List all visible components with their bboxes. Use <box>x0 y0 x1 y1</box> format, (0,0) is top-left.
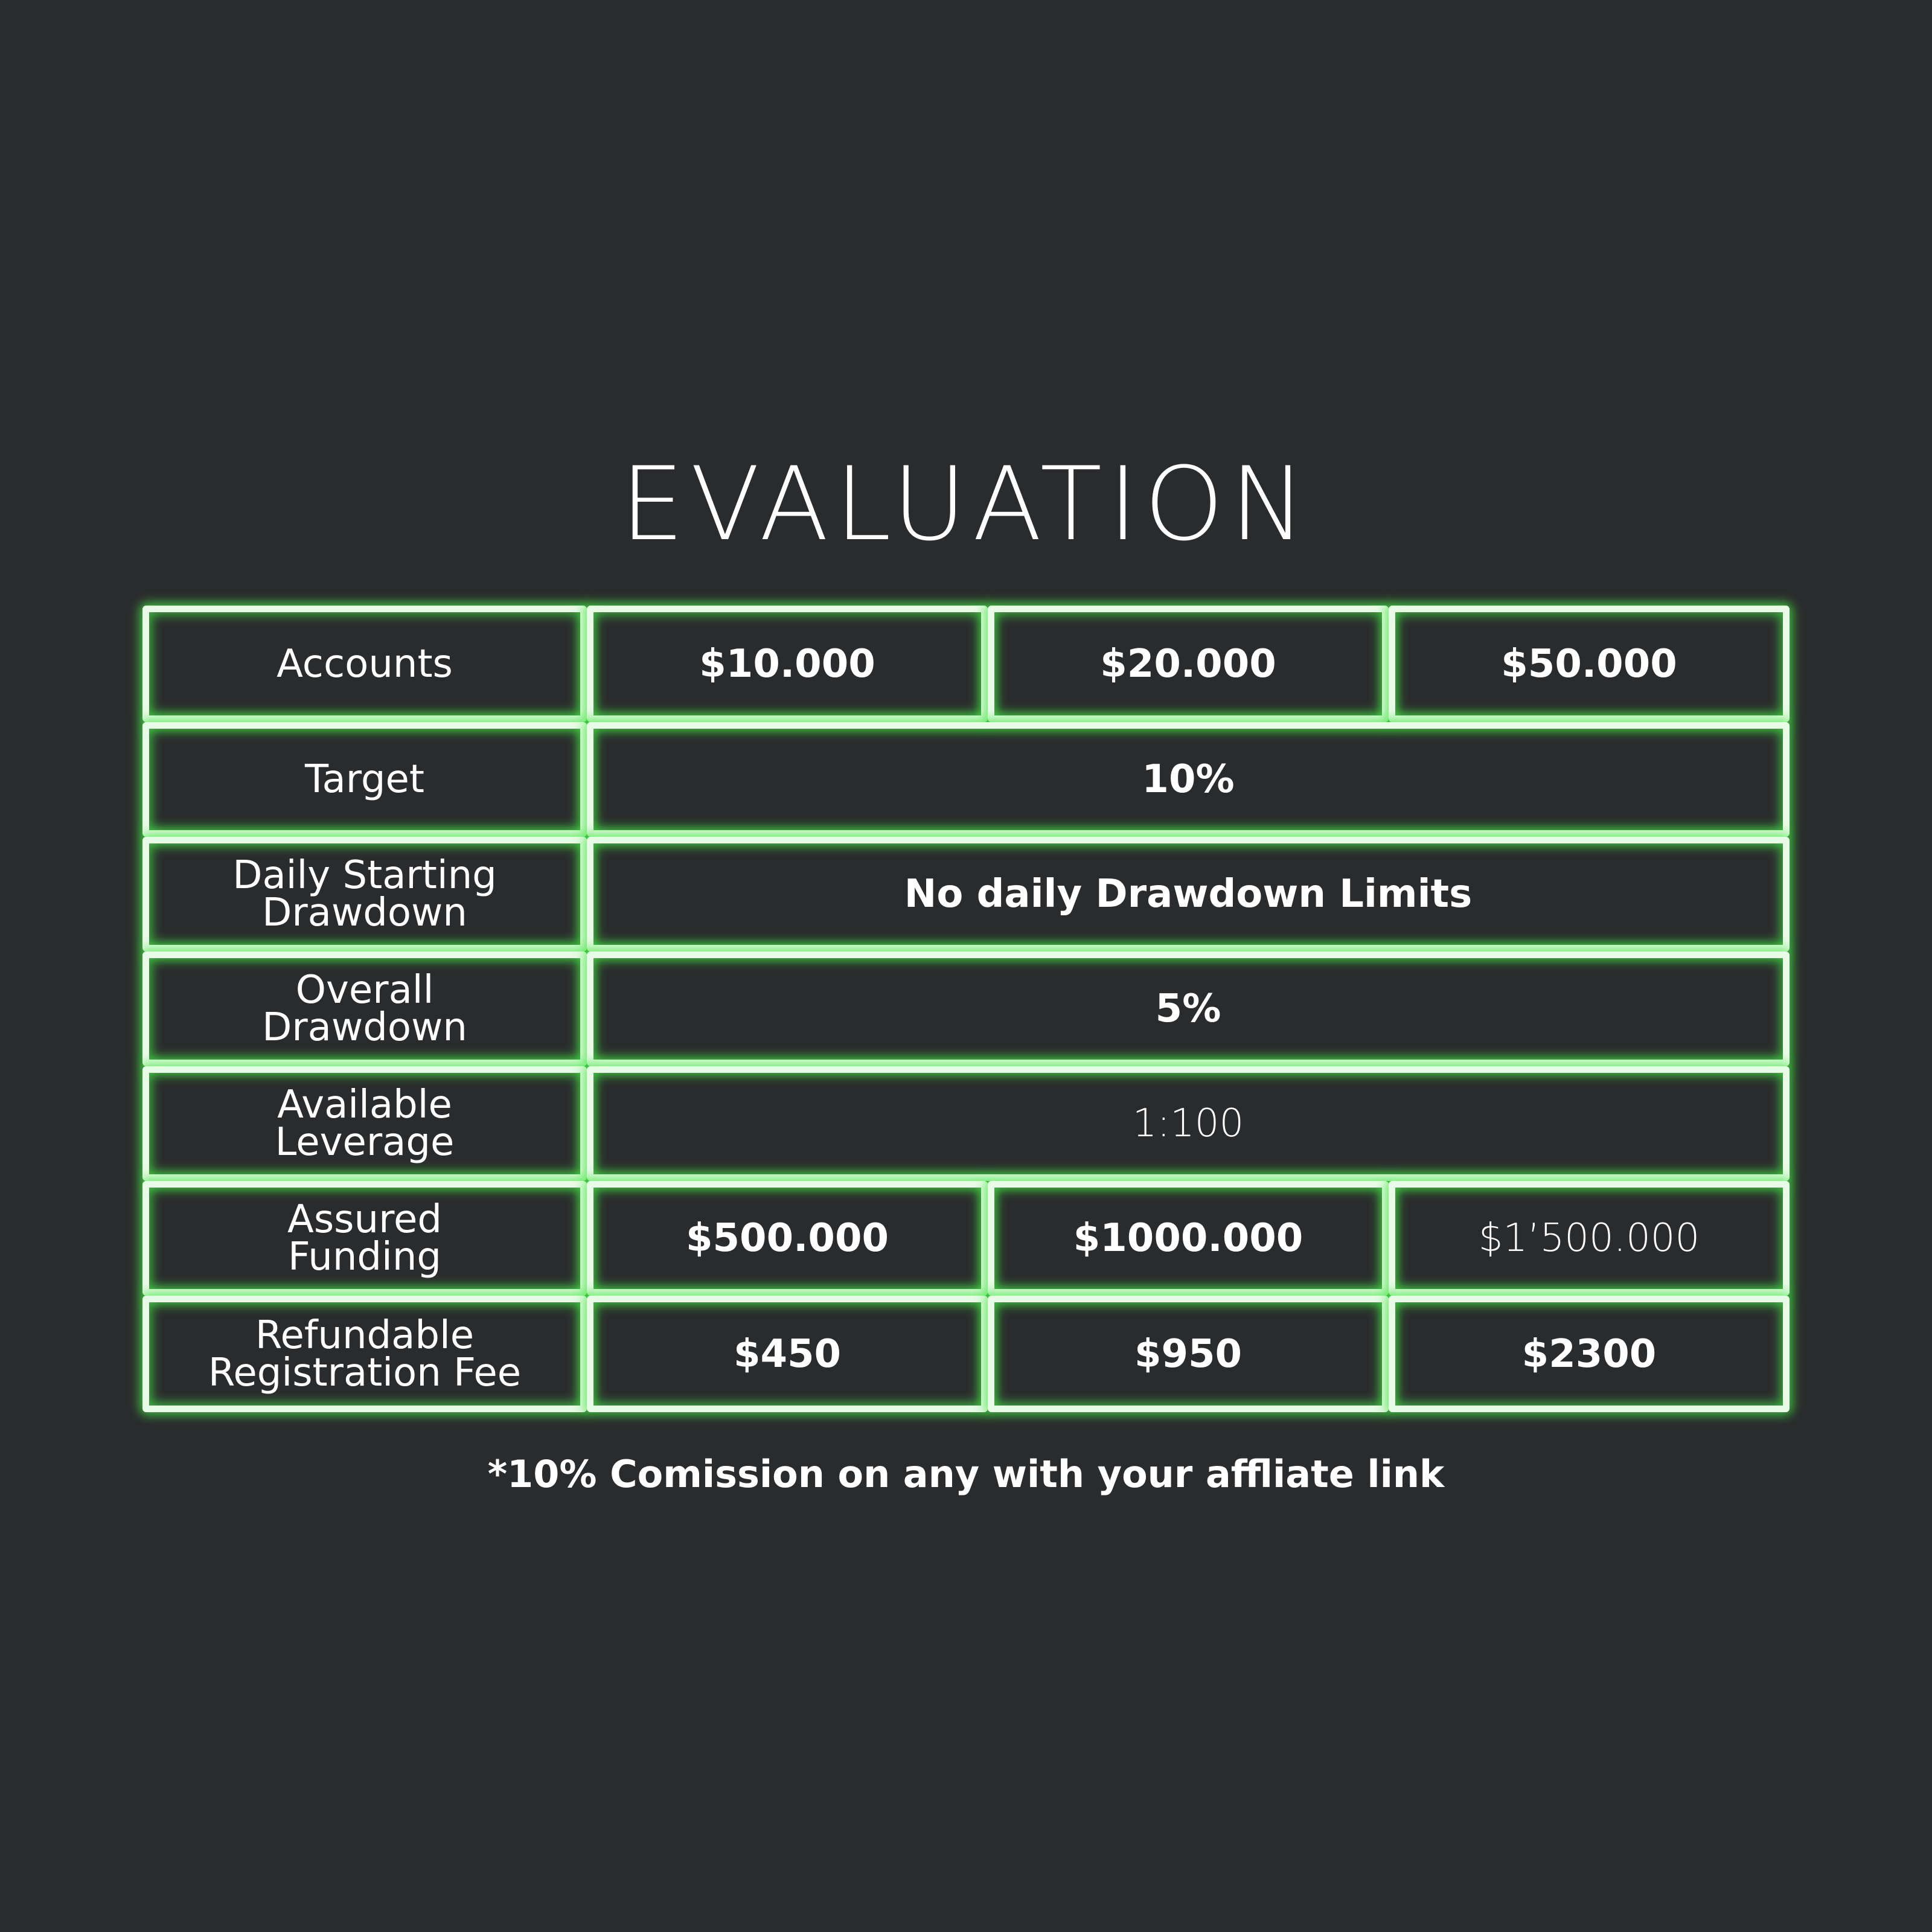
row-label-leverage: Available Leverage <box>142 1066 587 1181</box>
cell-value: $500.000 <box>685 1216 889 1261</box>
cell-overall-drawdown-value: 5% <box>587 952 1790 1066</box>
row-label-assured-funding: Assured Funding <box>142 1181 587 1296</box>
cell-target-value: 10% <box>587 722 1790 837</box>
cell-value: $2300 <box>1521 1331 1657 1377</box>
cell-account-10k: $10.000 <box>587 606 988 722</box>
row-label-overall-drawdown: Overall Drawdown <box>142 952 587 1066</box>
row-label-text: Daily Starting Drawdown <box>232 853 497 935</box>
page-title: EVALUATION <box>620 445 1312 563</box>
cell-value: $1000.000 <box>1073 1216 1303 1261</box>
cell-value: $10.000 <box>699 641 875 686</box>
cell-funding-20k: $1000.000 <box>988 1181 1389 1296</box>
cell-funding-50k: $1’500.000 <box>1389 1181 1790 1296</box>
cell-value: 1:100 <box>1132 1101 1244 1146</box>
row-label-target: Target <box>142 722 587 837</box>
cell-fee-50k: $2300 <box>1389 1296 1790 1412</box>
cell-value: 10% <box>1142 757 1235 802</box>
cell-fee-20k: $950 <box>988 1296 1389 1412</box>
row-label-text: Assured Funding <box>287 1197 442 1279</box>
row-label-text: Accounts <box>277 641 453 686</box>
cell-value: $950 <box>1134 1331 1243 1377</box>
cell-value: $20.000 <box>1100 641 1276 686</box>
cell-value: No daily Drawdown Limits <box>904 872 1473 916</box>
row-label-accounts: Accounts <box>142 606 587 722</box>
cell-value: 5% <box>1155 987 1221 1031</box>
cell-value: $450 <box>733 1331 842 1377</box>
cell-value: $1’500.000 <box>1478 1216 1700 1261</box>
cell-fee-10k: $450 <box>587 1296 988 1412</box>
row-label-text: Target <box>305 757 424 802</box>
row-label-text: Overall Drawdown <box>262 968 467 1050</box>
row-label-text: Available Leverage <box>275 1083 455 1165</box>
row-label-text: Refundable Registration Fee <box>208 1313 522 1395</box>
row-label-registration-fee: Refundable Registration Fee <box>142 1296 587 1412</box>
row-label-daily-drawdown: Daily Starting Drawdown <box>142 837 587 952</box>
cell-account-20k: $20.000 <box>988 606 1389 722</box>
cell-daily-drawdown-value: No daily Drawdown Limits <box>587 837 1790 952</box>
cell-leverage-value: 1:100 <box>587 1066 1790 1181</box>
cell-funding-10k: $500.000 <box>587 1181 988 1296</box>
footnote: *10% Comission on any with your affliate… <box>487 1452 1445 1496</box>
cell-value: $50.000 <box>1501 641 1677 686</box>
cell-account-50k: $50.000 <box>1389 606 1790 722</box>
